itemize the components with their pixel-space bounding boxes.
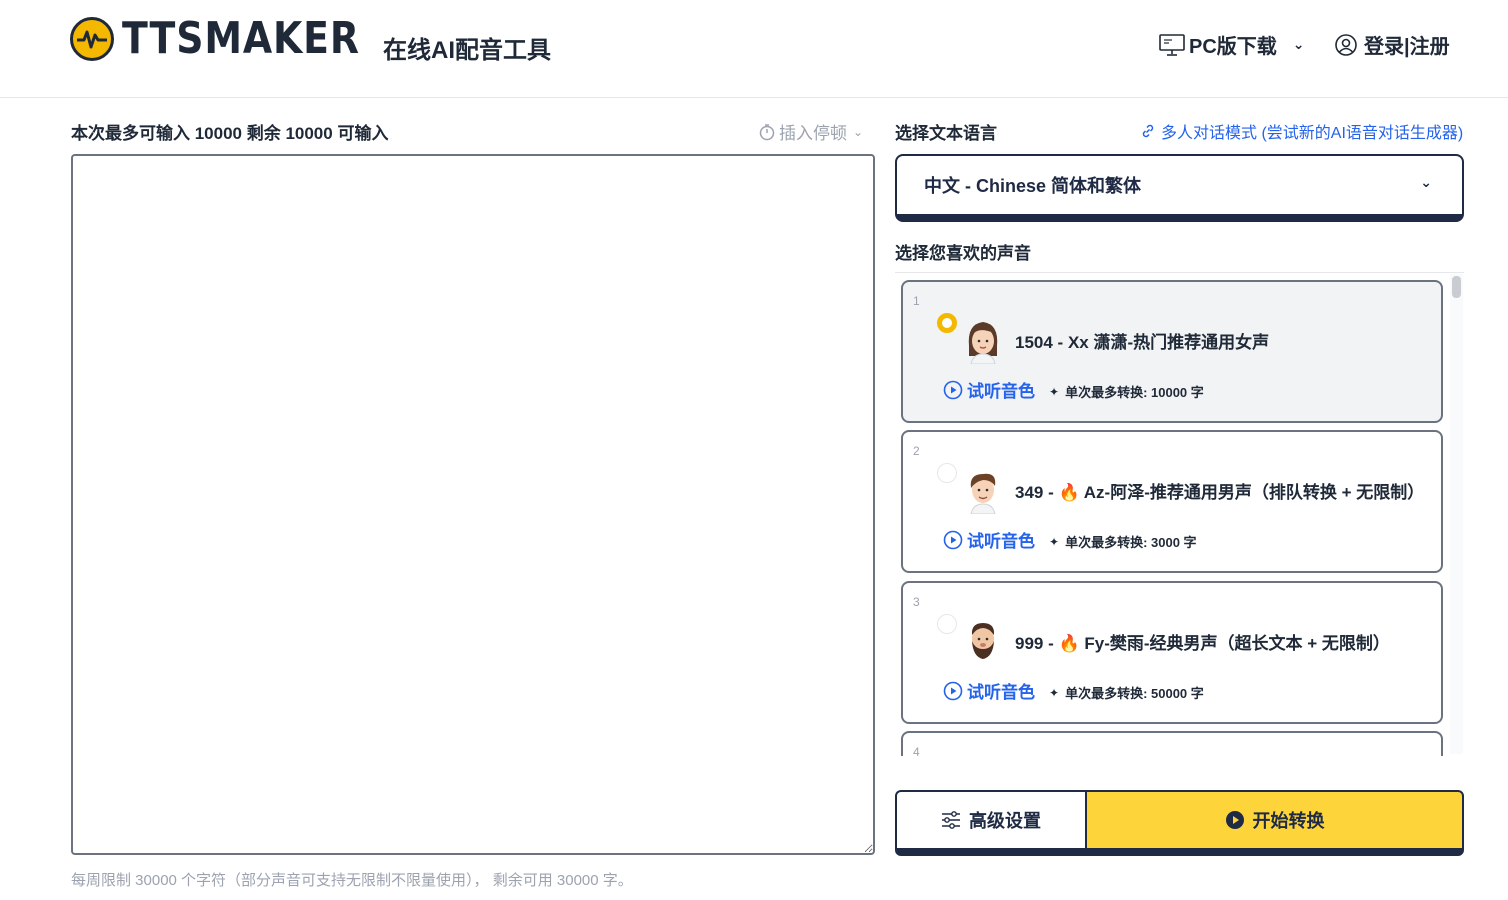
header: TTSMAKER 在线AI配音工具 PC版下载 ⌄ 登录|注册 (0, 0, 1508, 98)
voice-card[interactable]: 3 999 - 🔥 Fy-樊雨-经典男声（超长文本 + 无限制） 试听音色 ✦ 单… (901, 581, 1443, 724)
sparkle-icon: ✦ (1049, 534, 1060, 549)
voice-list[interactable]: 1 1504 - Xx 潇潇-热门推荐通用女声 试听音色 ✦ 单次最多转换: 10… (895, 272, 1464, 756)
voice-number: 3 (913, 595, 920, 609)
chevron-down-icon: ⌄ (853, 124, 864, 139)
multi-speaker-mode-link[interactable]: 多人对话模式 (尝试新的AI语音对话生成器) (1140, 119, 1463, 143)
play-circle-icon (943, 530, 963, 549)
link-icon (1142, 124, 1154, 138)
start-conversion-label: 开始转换 (1252, 811, 1325, 831)
male-avatar-icon (970, 473, 996, 514)
user-icon (1335, 33, 1357, 56)
voice-radio[interactable] (937, 313, 957, 333)
pc-download-label: PC版下载 (1189, 36, 1277, 58)
language-selected-value: 中文 - Chinese 简体和繁体 (924, 176, 1142, 196)
logo-text: TTSMAKER (122, 13, 360, 64)
login-label: 登录|注册 (1364, 36, 1450, 58)
voice-card[interactable]: 4 (901, 731, 1443, 756)
max-conversion-text: ✦ 单次最多转换: 3000 字 (1049, 534, 1197, 551)
fire-icon: 🔥 (1058, 483, 1080, 502)
sparkle-icon: ✦ (1049, 685, 1060, 700)
fire-icon: 🔥 (1058, 634, 1080, 653)
play-circle-icon (943, 380, 963, 399)
chevron-down-icon: ⌄ (1420, 174, 1432, 190)
voice-radio[interactable] (937, 463, 957, 483)
voice-list-scrollbar[interactable] (1450, 274, 1463, 754)
input-limit-text: 本次最多可输入 10000 剩余 10000 可输入 (71, 124, 389, 143)
language-label: 选择文本语言 (895, 124, 997, 143)
preview-voice-button[interactable]: 试听音色 (943, 527, 1035, 552)
voice-number: 1 (913, 294, 920, 308)
sparkle-icon: ✦ (1049, 384, 1060, 399)
voice-card[interactable]: 1 1504 - Xx 潇潇-热门推荐通用女声 试听音色 ✦ 单次最多转换: 10… (901, 280, 1443, 423)
waveform-icon (70, 17, 114, 61)
sliders-icon (942, 811, 960, 829)
voice-number: 4 (913, 745, 920, 756)
advanced-settings-label: 高级设置 (969, 811, 1041, 831)
timer-icon (759, 123, 775, 140)
logo[interactable]: TTSMAKER (70, 14, 399, 64)
preview-voice-button[interactable]: 试听音色 (943, 377, 1035, 402)
voice-name: 349 - 🔥 Az-阿泽-推荐通用男声（排队转换 + 无限制） (1015, 483, 1425, 502)
play-circle-icon (943, 681, 963, 700)
start-conversion-button[interactable]: 开始转换 (1085, 790, 1464, 856)
voice-name: 999 - 🔥 Fy-樊雨-经典男声（超长文本 + 无限制） (1015, 634, 1390, 653)
bearded-male-avatar-icon (971, 623, 995, 659)
voice-number: 2 (913, 444, 920, 458)
login-register-link[interactable]: 登录|注册 (1334, 30, 1450, 59)
weekly-limit-text: 每周限制 30000 个字符（部分声音可支持无限制不限量使用）， 剩余可用 30… (71, 872, 633, 889)
insert-pause-button[interactable]: 插入停顿 ⌄ (758, 119, 863, 144)
chevron-down-icon: ⌄ (1292, 36, 1305, 52)
scrollbar-thumb[interactable] (1452, 276, 1461, 298)
language-select[interactable]: 中文 - Chinese 简体和繁体 ⌄ (895, 154, 1464, 222)
max-conversion-text: ✦ 单次最多转换: 10000 字 (1049, 384, 1204, 401)
female-avatar-icon (968, 322, 998, 364)
advanced-settings-button[interactable]: 高级设置 (895, 790, 1085, 856)
max-conversion-text: ✦ 单次最多转换: 50000 字 (1049, 685, 1204, 702)
monitor-icon (1159, 33, 1185, 56)
pc-download-menu[interactable]: PC版下载 ⌄ (1159, 30, 1305, 59)
tagline: 在线AI配音工具 (383, 37, 551, 64)
text-input[interactable] (71, 154, 875, 855)
insert-pause-label: 插入停顿 (779, 124, 847, 143)
voice-card[interactable]: 2 349 - 🔥 Az-阿泽-推荐通用男声（排队转换 + 无限制） 试听音色 … (901, 430, 1443, 573)
play-circle-icon (1225, 811, 1244, 829)
preview-voice-button[interactable]: 试听音色 (943, 678, 1035, 703)
multi-mode-label: 多人对话模式 (尝试新的AI语音对话生成器) (1161, 125, 1464, 142)
voice-label: 选择您喜欢的声音 (895, 244, 1031, 263)
voice-radio[interactable] (937, 614, 957, 634)
voice-name: 1504 - Xx 潇潇-热门推荐通用女声 (1015, 333, 1270, 352)
